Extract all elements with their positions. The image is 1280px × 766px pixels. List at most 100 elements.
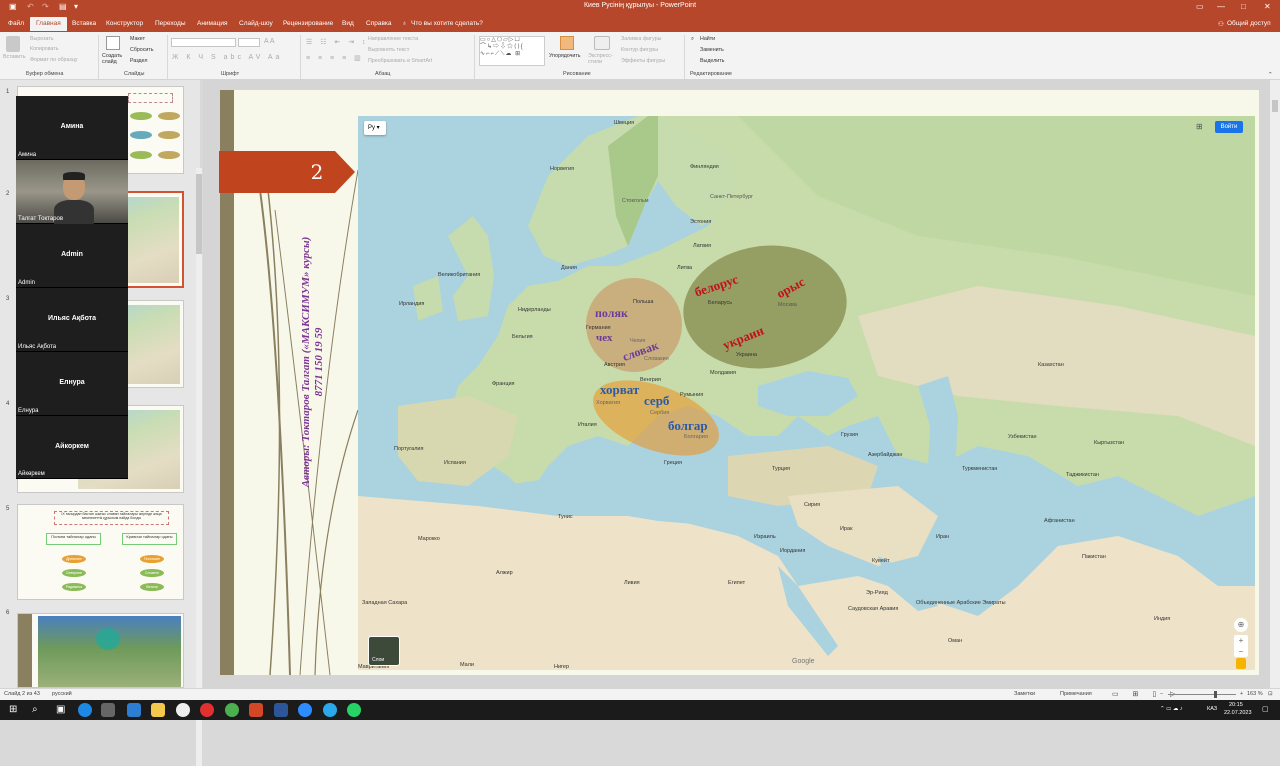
map-image[interactable]: Швеция Норвегия Финляндия Эстония Латвия…: [358, 116, 1255, 670]
map-label: Таджикистан: [1066, 472, 1099, 478]
minimize-icon[interactable]: —: [1217, 2, 1225, 11]
notifications-icon[interactable]: ▢: [1262, 705, 1269, 713]
participant-name: Амина: [60, 123, 84, 130]
input-language[interactable]: КАЗ: [1207, 706, 1217, 712]
edge-icon[interactable]: [78, 703, 92, 717]
arrange-button[interactable]: Упорядочить: [549, 53, 581, 59]
reset-button[interactable]: Сбросить: [130, 47, 154, 53]
tab-help[interactable]: Справка: [366, 20, 392, 27]
chrome-icon[interactable]: [225, 703, 239, 717]
ethnonym-label: хорват: [600, 382, 640, 397]
zoom-slider-thumb[interactable]: [1214, 691, 1217, 698]
tab-animations[interactable]: Анимация: [197, 20, 228, 27]
notes-button[interactable]: Заметки: [1014, 691, 1035, 697]
sign-in-button[interactable]: Войти: [1215, 121, 1243, 133]
participant-tile[interactable]: Амина Амина: [16, 96, 128, 160]
replace-button[interactable]: Заменить: [700, 47, 724, 53]
opera-icon[interactable]: [200, 703, 214, 717]
close-icon[interactable]: ✕: [1264, 2, 1271, 11]
maximize-icon[interactable]: □: [1241, 2, 1246, 11]
my-location-icon[interactable]: ⊕: [1234, 618, 1248, 632]
editor-scrollbar[interactable]: [1270, 80, 1280, 688]
zoom-out-icon[interactable]: −: [1160, 691, 1163, 697]
tab-design[interactable]: Конструктор: [106, 20, 143, 27]
font-name-input[interactable]: [171, 38, 236, 47]
align-buttons[interactable]: ≡ ≡ ≡ ≡ ▥: [306, 54, 364, 62]
ribbon: Вставить Вырезать Копировать Формат по о…: [0, 32, 1280, 80]
align-text-button[interactable]: Выровнять текст: [368, 47, 409, 53]
participant-tile[interactable]: Ильяс Ақбота Ильяс Ақбота: [16, 288, 128, 352]
collapse-ribbon-icon[interactable]: ⌃: [1268, 72, 1272, 78]
thumbnail-scrollbar[interactable]: [196, 168, 202, 766]
participant-tile[interactable]: Айкоркем Айкөркем: [16, 416, 128, 479]
section-button[interactable]: Раздел: [130, 58, 148, 64]
zoom-level[interactable]: 163 %: [1247, 691, 1263, 697]
copy-button[interactable]: Копировать: [30, 46, 59, 52]
participant-tile[interactable]: Елнура Елнура: [16, 352, 128, 416]
paste-button[interactable]: Вставить: [3, 54, 25, 60]
quick-styles-button[interactable]: Экспресс-стили: [588, 53, 616, 65]
share-button[interactable]: Общий доступ: [1227, 20, 1271, 27]
layers-button[interactable]: Слои: [368, 636, 400, 666]
layout-button[interactable]: Макет: [130, 36, 145, 42]
video-call-panel: Амина Амина Талгат Токтаров Admin Admin Ил…: [16, 96, 128, 479]
select-button[interactable]: Выделить: [700, 58, 724, 64]
language-dropdown[interactable]: Ру ▾: [364, 121, 386, 135]
shapes-gallery[interactable]: ▭○△⬠▱▷☐ ⌒↳⇨⇩☆⟨⟩{∿⌐⌐⟋⟍☁ ⊞: [479, 36, 545, 66]
obs-icon[interactable]: [176, 703, 190, 717]
shape-effects-button[interactable]: Эффекты фигуры: [621, 58, 665, 64]
powerpoint-icon[interactable]: [249, 703, 263, 717]
font-size-input[interactable]: [238, 38, 260, 47]
participant-tile-camera[interactable]: Талгат Токтаров: [16, 160, 128, 224]
tray-icons[interactable]: ⌃ ▭ ☁ ♪: [1160, 706, 1183, 712]
shape-outline-button[interactable]: Контур фигуры: [621, 47, 658, 53]
tell-me-input[interactable]: Что вы хотите сделать?: [411, 20, 483, 27]
zoom-app-icon[interactable]: [298, 703, 312, 717]
list-buttons[interactable]: ☰ ☷ ⇤ ⇥ ↕: [306, 38, 369, 46]
tab-insert[interactable]: Вставка: [72, 20, 96, 27]
ribbon-display-icon[interactable]: ▭: [1196, 2, 1204, 11]
slide-thumbnail-5[interactable]: IX ғасырдан бастап шығыс славян тайпалар…: [17, 504, 184, 600]
shape-fill-button[interactable]: Заливка фигуры: [621, 36, 661, 42]
telegram-icon[interactable]: [323, 703, 337, 717]
arrange-icon[interactable]: [560, 36, 574, 50]
tab-file[interactable]: Файл: [8, 20, 24, 27]
smartart-button[interactable]: Преобразовать в SmartArt: [368, 58, 432, 64]
slide-thumbnail-6[interactable]: [17, 613, 184, 688]
zoom-in-icon[interactable]: +: [1240, 691, 1243, 697]
quick-styles-icon[interactable]: [594, 36, 610, 50]
cut-button[interactable]: Вырезать: [30, 36, 54, 42]
find-button[interactable]: Найти: [700, 36, 715, 42]
zoom-slider[interactable]: [1168, 694, 1236, 695]
tab-transitions[interactable]: Переходы: [155, 20, 186, 27]
zoom-controls[interactable]: + −: [1234, 635, 1248, 657]
comments-button[interactable]: Примечания: [1060, 691, 1092, 697]
fit-slide-icon[interactable]: ⊡: [1268, 691, 1273, 697]
windows-start-icon[interactable]: ⊞: [9, 704, 17, 715]
slide-number-arrow: [219, 151, 355, 193]
clock-date[interactable]: 22.07.2023: [1224, 710, 1252, 716]
word-icon[interactable]: [274, 703, 288, 717]
whatsapp-icon[interactable]: [347, 703, 361, 717]
tab-view[interactable]: Вид: [342, 20, 354, 27]
tab-review[interactable]: Рецензирование: [283, 20, 333, 27]
task-view-icon[interactable]: ▣: [56, 704, 65, 715]
language-status[interactable]: русский: [52, 691, 72, 697]
explorer-icon[interactable]: [151, 703, 165, 717]
tab-slideshow[interactable]: Слайд-шоу: [239, 20, 273, 27]
pegman-icon[interactable]: [1236, 658, 1246, 669]
tab-home[interactable]: Главная: [30, 17, 67, 31]
participant-tile[interactable]: Admin Admin: [16, 224, 128, 288]
search-icon[interactable]: ⌕: [32, 704, 38, 715]
new-slide-icon[interactable]: [106, 36, 120, 50]
paste-icon[interactable]: [6, 36, 20, 52]
font-format-buttons[interactable]: Ж К Ч S abc AV Aa: [172, 54, 282, 61]
format-painter-button[interactable]: Формат по образцу: [30, 57, 78, 63]
store-icon[interactable]: [101, 703, 115, 717]
new-slide-button[interactable]: Создать слайд: [102, 53, 128, 65]
grow-font-icon[interactable]: A A: [264, 38, 275, 45]
clock-time[interactable]: 20:15: [1229, 702, 1243, 708]
text-direction-button[interactable]: Направление текста: [368, 36, 418, 42]
apps-grid-icon[interactable]: ⊞: [1196, 122, 1203, 131]
mail-icon[interactable]: [127, 703, 141, 717]
